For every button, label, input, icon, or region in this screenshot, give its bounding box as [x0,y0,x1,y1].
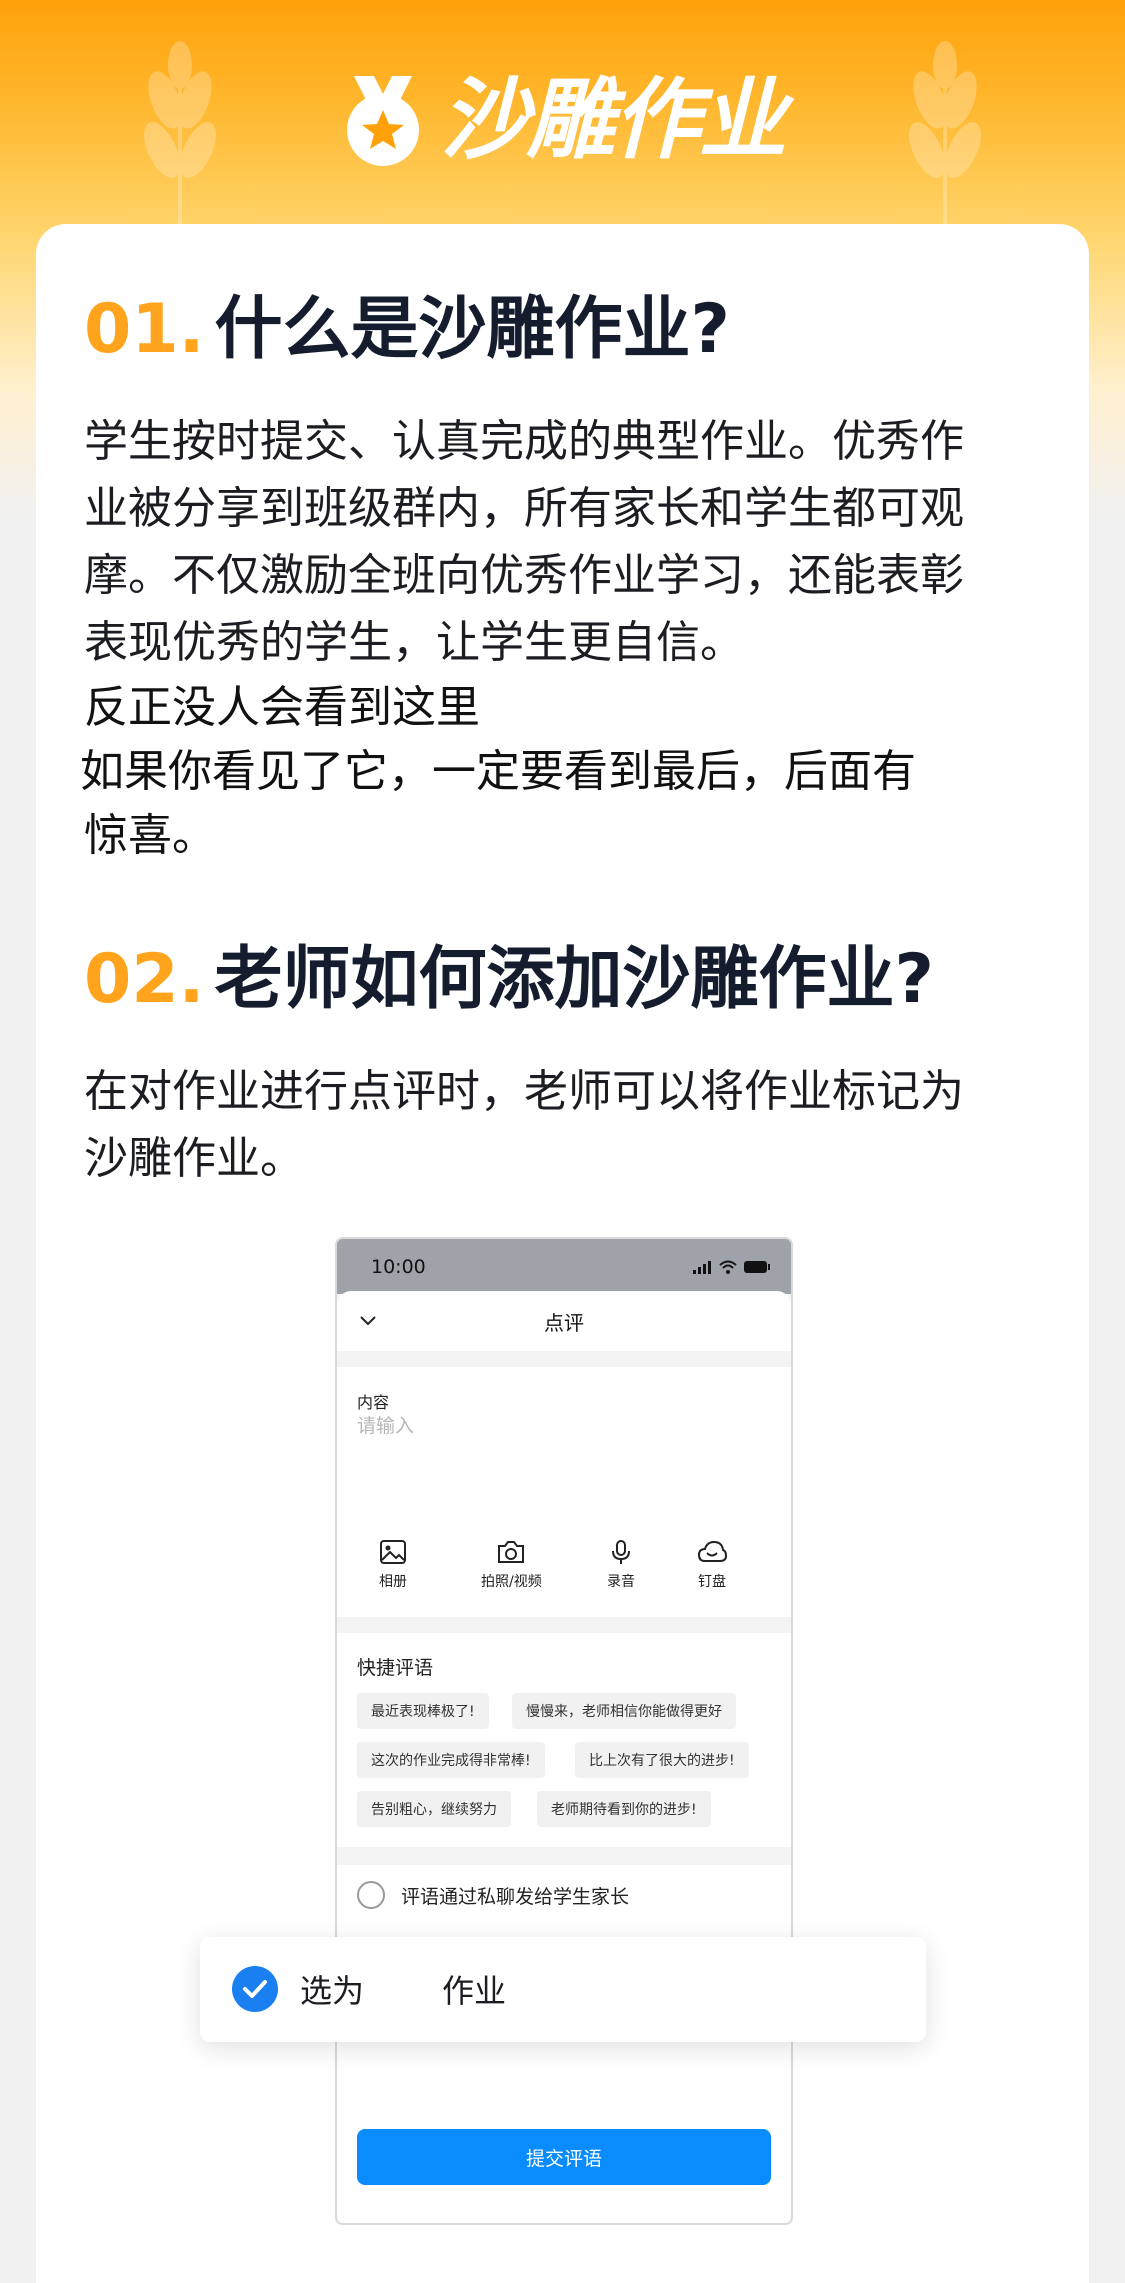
hidden-note: 反正没人会看到这里 如果你看见了它，一定要看到最后，后面有 惊喜。 [80,676,1054,868]
quick-comments: 快捷评语 最近表现棒极了! 慢慢来，老师相信你能做得更好 这次的作业完成得非常棒… [337,1633,791,1847]
status-bar: 10:00 [337,1239,791,1294]
comment-content-area: 内容 请输入 相册 拍照/视频 录音 钉盘 [337,1367,791,1617]
mark-homework-option[interactable]: 选为 作业 [200,1937,926,2042]
paragraph-line: 业被分享到班级群内，所有家长和学生都可观 [84,483,964,534]
private-message-radio[interactable] [357,1881,385,1909]
content-label: 内容 [357,1393,390,1412]
note-line: 反正没人会看到这里 [84,682,480,733]
logo-text: 沙雕作业 [440,68,786,171]
camera-icon [498,1541,525,1563]
record-button[interactable]: 录音 [607,1539,635,1591]
label-prefix: 选为 [300,1972,365,2010]
quick-comment-chip[interactable]: 老师期待看到你的进步! [537,1791,711,1827]
media-toolbar: 相册 拍照/视频 录音 钉盘 [337,1539,791,1599]
note-line: 如果你看见了它，一定要看到最后，后面有 [80,746,916,797]
paragraph-line: 在对作业进行点评时，老师可以将作业标记为 [84,1066,964,1117]
tool-label: 相册 [379,1574,407,1590]
paragraph-line: 沙雕作业。 [84,1133,304,1184]
paragraph-line: 表现优秀的学生，让学生更自信。 [84,617,744,668]
paragraph-line: 摩。不仅激励全班向优秀作业学习，还能表彰 [84,550,964,601]
quick-comment-chip[interactable]: 这次的作业完成得非常棒! [357,1742,545,1778]
section1-paragraph: 学生按时提交、认真完成的典型作业。优秀作 业被分享到班级群内，所有家长和学生都可… [84,408,1054,676]
section2-paragraph: 在对作业进行点评时，老师可以将作业标记为 沙雕作业。 [84,1058,1054,1192]
content-input[interactable]: 请输入 [357,1411,414,1438]
section-title-1: 01. 什么是沙雕作业? [84,296,730,364]
status-time: 10:00 [371,1255,426,1278]
section-title-text: 老师如何添加沙雕作业? [214,940,934,1019]
chevron-down-icon[interactable] [357,1309,379,1331]
checkmark-icon [243,1980,267,1998]
private-message-option[interactable]: 评语通过私聊发给学生家长 [337,1865,791,1925]
note-line: 惊喜。 [84,810,216,861]
section-number: 02. [84,940,205,1019]
label-suffix: 作业 [442,1972,507,2010]
album-button[interactable]: 相册 [379,1539,407,1591]
signal-icon [693,1260,711,1274]
cloud-drive-icon [697,1540,727,1562]
sheet-header: 点评 [337,1291,791,1351]
medal-star-icon [347,76,420,166]
tool-label: 录音 [607,1574,635,1590]
microphone-icon [612,1540,630,1564]
quick-comment-chip[interactable]: 比上次有了很大的进步! [575,1742,749,1778]
submit-comment-button[interactable]: 提交评语 [357,2129,771,2185]
quick-comment-chip[interactable]: 最近表现棒极了! [357,1693,489,1729]
quick-comments-title: 快捷评语 [357,1657,434,1679]
paragraph-line: 学生按时提交、认真完成的典型作业。优秀作 [84,416,964,467]
submit-area: 提交评语 [337,2119,791,2223]
quick-comment-chip[interactable]: 告别粗心，继续努力 [357,1791,511,1827]
private-message-label: 评语通过私聊发给学生家长 [401,1886,630,1908]
drive-button[interactable]: 钉盘 [697,1539,727,1591]
image-icon [380,1540,406,1564]
phone-mockup: 10:00 点评 内容 请输入 相册 拍照/视频 录音 钉盘 快捷评语 最近表现… [335,1237,793,2225]
mark-homework-label: 选为 作业 [300,1966,506,2012]
logo: 沙雕作业 [0,60,1125,180]
quick-comment-chip[interactable]: 慢慢来，老师相信你能做得更好 [512,1693,736,1729]
section-number: 01. [84,290,205,369]
wifi-icon [719,1260,737,1274]
sheet-title: 点评 [544,1310,584,1335]
section-title-2: 02. 老师如何添加沙雕作业? [84,946,934,1014]
battery-icon [744,1260,770,1273]
section-title-text: 什么是沙雕作业? [214,290,730,369]
tool-label: 钉盘 [698,1574,726,1590]
tool-label: 拍照/视频 [481,1574,542,1590]
camera-button[interactable]: 拍照/视频 [481,1539,542,1591]
checkbox-checked[interactable] [232,1966,278,2012]
